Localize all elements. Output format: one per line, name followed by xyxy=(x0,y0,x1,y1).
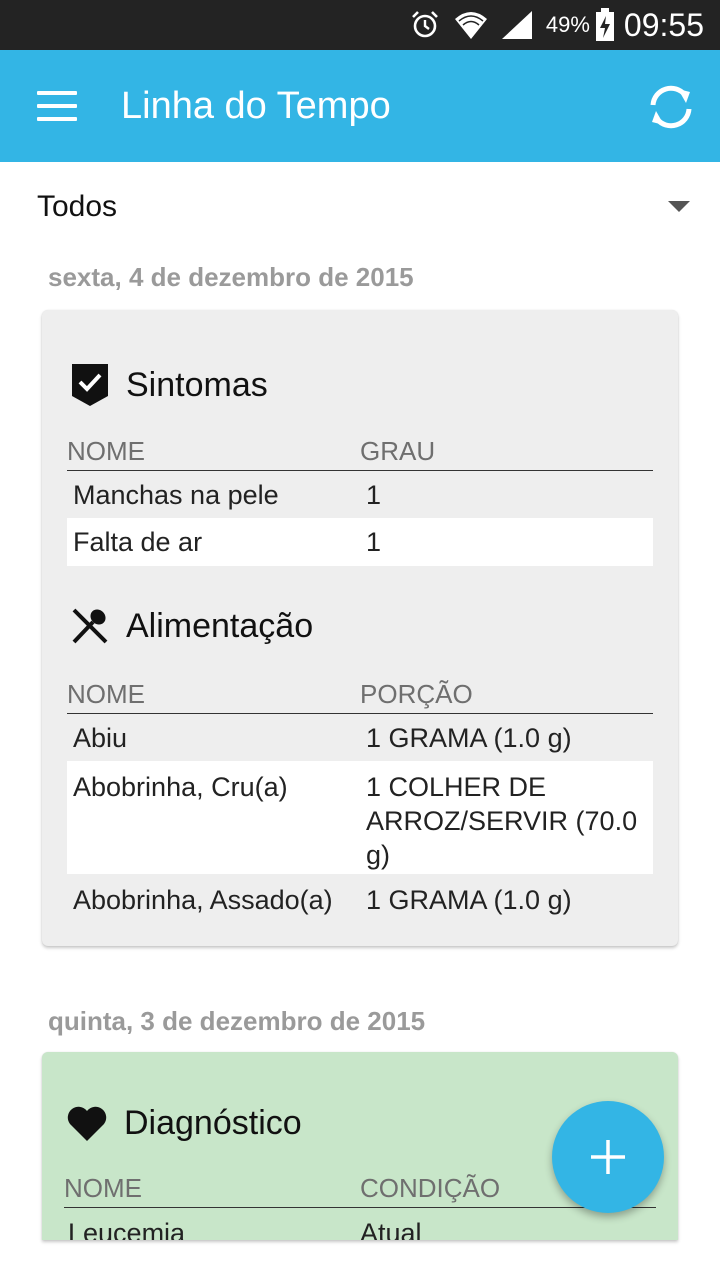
cell-value: Atual xyxy=(360,1218,422,1240)
cell-name: Falta de ar xyxy=(73,527,203,557)
menu-icon[interactable] xyxy=(37,91,77,121)
dropdown-arrow-icon xyxy=(668,201,690,212)
cell-value: 1 xyxy=(366,480,382,510)
column-header: CONDIÇÃO xyxy=(360,1173,501,1203)
food-table-header: NOME PORÇÃO xyxy=(67,675,653,714)
cell-name: Leucemia xyxy=(68,1218,186,1240)
section-symptoms-label: Sintomas xyxy=(126,365,268,404)
refresh-icon[interactable] xyxy=(644,80,698,134)
column-header: PORÇÃO xyxy=(360,679,473,709)
table-row: Abobrinha, Assado(a) 1 GRAMA (1.0 g) xyxy=(67,874,653,921)
date-header: quinta, 3 de dezembro de 2015 xyxy=(48,1006,426,1036)
heart-icon xyxy=(67,1106,107,1141)
timeline-card[interactable]: Sintomas NOME GRAU Manchas na pele 1 Fal… xyxy=(42,310,678,946)
column-header: GRAU xyxy=(360,436,436,466)
column-header: NOME xyxy=(67,436,145,466)
page-title: Linha do Tempo xyxy=(121,84,391,127)
filter-selected: Todos xyxy=(37,190,118,223)
column-header: NOME xyxy=(67,679,145,709)
cell-value-line: 1 COLHER DE xyxy=(366,772,547,802)
table-row: Abiu 1 GRAMA (1.0 g) xyxy=(67,714,653,761)
section-symptoms-title: Sintomas xyxy=(70,362,268,408)
battery-percent: 49% xyxy=(545,12,590,37)
cell-value-line: g) xyxy=(366,840,391,870)
app-bar: Linha do Tempo xyxy=(0,50,720,162)
plus-icon xyxy=(591,1140,625,1174)
add-button[interactable] xyxy=(552,1101,664,1213)
cell-name: Abobrinha, Assado(a) xyxy=(73,885,333,915)
alarm-icon xyxy=(408,8,442,42)
section-food-label: Alimentação xyxy=(126,606,314,645)
signal-icon xyxy=(500,8,534,42)
section-food-title: Alimentação xyxy=(70,606,313,646)
cell-name: Abobrinha, Cru(a) xyxy=(73,772,288,802)
table-row: Abobrinha, Cru(a) 1 COLHER DE ARROZ/SERV… xyxy=(67,761,653,874)
cell-name: Abiu xyxy=(73,723,128,753)
table-row: Leucemia Atual xyxy=(64,1210,656,1240)
table-row: Manchas na pele 1 xyxy=(67,471,653,518)
symptoms-table-header: NOME GRAU xyxy=(67,432,653,471)
fork-spoon-icon xyxy=(72,608,108,644)
date-header: sexta, 4 de dezembro de 2015 xyxy=(48,262,414,292)
status-time: 09:55 xyxy=(623,6,704,43)
section-diagnosis-label: Diagnóstico xyxy=(124,1104,302,1142)
cell-name: Manchas na pele xyxy=(73,480,279,510)
wifi-icon xyxy=(454,8,488,42)
cell-value-line: ARROZ/SERVIR (70.0 xyxy=(366,806,638,836)
battery-icon xyxy=(594,8,616,42)
shield-check-icon xyxy=(72,364,108,406)
cell-value: 1 COLHER DE ARROZ/SERVIR (70.0 g) xyxy=(366,770,637,872)
table-row: Falta de ar 1 xyxy=(67,518,653,566)
cell-value: 1 GRAMA (1.0 g) xyxy=(366,885,572,915)
section-diagnosis-title: Diagnóstico xyxy=(66,1104,302,1143)
cell-value: 1 GRAMA (1.0 g) xyxy=(366,723,572,753)
column-header: NOME xyxy=(64,1173,142,1203)
cell-value: 1 xyxy=(366,527,382,557)
status-bar: 49% 09:55 xyxy=(0,0,720,50)
filter-dropdown[interactable]: Todos xyxy=(0,180,720,236)
